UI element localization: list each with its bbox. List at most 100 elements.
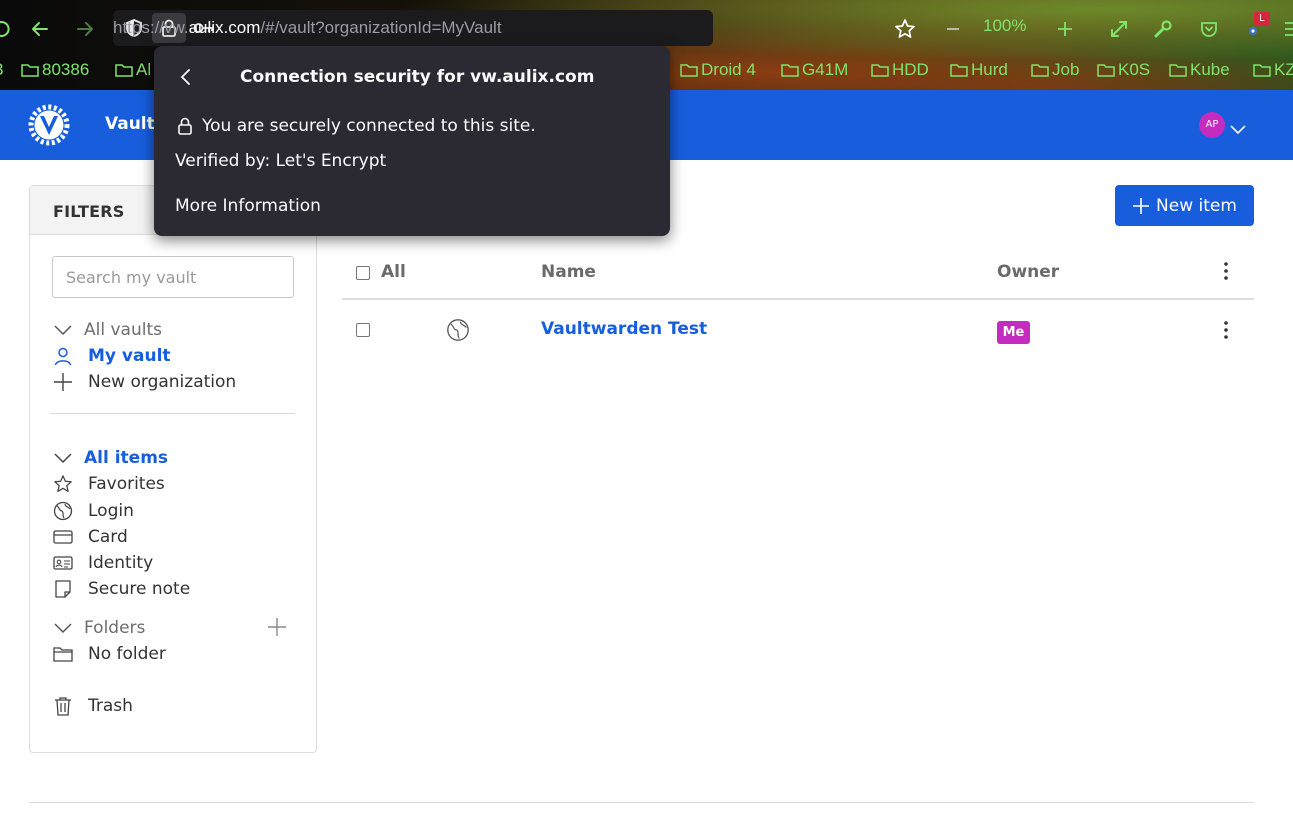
connection-security-popup: Connection security for vw.aulix.com You… <box>154 46 670 236</box>
chevron-down-icon <box>1230 125 1246 135</box>
folder-icon <box>1097 64 1115 77</box>
item-name-link[interactable]: Vaultwarden Test <box>541 319 707 339</box>
bookmark-folder[interactable]: Hurd <box>950 60 1008 80</box>
zoom-in-button[interactable] <box>1052 14 1078 44</box>
owner-badge: Me <box>997 321 1030 344</box>
folder-icon <box>1031 64 1049 77</box>
bookmark-folder[interactable]: Job <box>1031 60 1079 80</box>
chevron-down-icon <box>52 447 74 469</box>
search-input[interactable] <box>52 256 294 298</box>
column-name[interactable]: Name <box>541 262 596 282</box>
vaultwarden-logo[interactable] <box>28 104 70 146</box>
reload-icon[interactable] <box>0 14 18 44</box>
globe-icon <box>446 318 470 346</box>
bookmark-folder[interactable]: KZ <box>1253 60 1293 80</box>
no-folder-label: No folder <box>88 644 166 664</box>
bookmark-folder[interactable]: Droid 4 <box>680 60 756 80</box>
more-information-button[interactable]: More Information <box>175 196 321 216</box>
arrow-right-icon <box>77 22 93 36</box>
bookmark-folder[interactable]: HDD <box>871 60 929 80</box>
bookmark-label: Job <box>1052 60 1080 79</box>
bookmark-label: 80386 <box>42 60 90 79</box>
table-header: All Name Owner <box>342 245 1254 300</box>
plus-icon <box>52 371 74 393</box>
extension-badge: L <box>1254 12 1270 26</box>
account-menu-toggle[interactable] <box>1230 120 1246 139</box>
url-path: /#/vault?organizationId=MyVault <box>260 18 502 37</box>
bookmark-star-button[interactable] <box>890 14 920 44</box>
folder-icon <box>21 64 39 77</box>
filters-panel: FILTERS All vaults My vault New organiza… <box>29 185 317 753</box>
secure-note-label: Secure note <box>88 579 191 599</box>
arrow-left-icon <box>32 22 48 36</box>
sidebar-item-no-folder[interactable]: No folder <box>52 642 166 666</box>
folders-toggle[interactable]: Folders <box>52 616 145 640</box>
kebab-icon <box>1224 321 1228 339</box>
bookmark-label: KZ <box>1274 60 1293 79</box>
filters-title: FILTERS <box>53 202 125 221</box>
pocket-icon <box>1201 22 1217 37</box>
bookmark-partial[interactable]: 3 <box>0 60 3 80</box>
add-folder-button[interactable] <box>266 616 288 638</box>
bookmark-folder[interactable]: Kube <box>1169 60 1230 80</box>
menu-button[interactable] <box>1280 14 1293 44</box>
forward-button[interactable] <box>70 14 100 44</box>
kebab-icon <box>1224 262 1228 280</box>
url-text[interactable]: https://vw.aulix.com/#/vault?organizatio… <box>113 18 502 38</box>
chevron-left-icon <box>180 69 190 85</box>
sidebar-item-secure-note[interactable]: Secure note <box>52 577 190 601</box>
bookmark-folder[interactable]: 80386 <box>21 60 89 80</box>
logo-icon <box>28 104 70 146</box>
sidebar-item-trash[interactable]: Trash <box>52 694 133 718</box>
back-button[interactable] <box>25 14 55 44</box>
new-item-label: New item <box>1156 195 1237 216</box>
folder-icon <box>1169 64 1187 77</box>
pocket-button[interactable] <box>1196 14 1222 44</box>
avatar[interactable]: AP <box>1199 112 1225 138</box>
plus-icon <box>1133 197 1150 214</box>
login-label: Login <box>88 501 134 521</box>
new-item-button[interactable]: New item <box>1115 185 1254 226</box>
zoom-out-button[interactable] <box>940 14 966 44</box>
folder-icon <box>115 64 133 77</box>
bookmark-label: Al <box>136 60 152 79</box>
trash-label: Trash <box>88 696 133 716</box>
folder-icon <box>680 64 698 77</box>
verified-by-text: Verified by: Let's Encrypt <box>175 151 387 171</box>
bookmark-folder[interactable]: G41M <box>781 60 848 80</box>
credit-card-icon <box>52 526 74 548</box>
sidebar-item-identity[interactable]: Identity <box>52 551 153 575</box>
bookmark-partial-label: 3 <box>0 60 3 80</box>
my-vault-label: My vault <box>88 346 171 366</box>
sidebar-item-favorites[interactable]: Favorites <box>52 472 165 496</box>
expand-icon <box>1111 21 1127 37</box>
url-host: aulix.com <box>188 18 261 37</box>
user-icon <box>52 345 74 367</box>
star-icon <box>895 19 915 38</box>
row-options-button[interactable] <box>1216 320 1236 340</box>
sidebar-item-all-items[interactable]: All items <box>52 446 168 470</box>
fullscreen-button[interactable] <box>1106 14 1132 44</box>
select-all-checkbox[interactable] <box>356 266 370 280</box>
chevron-down-icon <box>52 617 74 639</box>
row-checkbox[interactable] <box>356 323 370 337</box>
sidebar-item-my-vault[interactable]: My vault <box>52 344 171 368</box>
sidebar-item-card[interactable]: Card <box>52 525 128 549</box>
all-items-label: All items <box>84 448 169 468</box>
chevron-down-icon <box>52 319 74 341</box>
developer-tools-button[interactable] <box>1150 14 1176 44</box>
wrench-icon <box>1154 20 1172 38</box>
all-vaults-toggle[interactable]: All vaults <box>52 318 162 342</box>
sidebar-item-login[interactable]: Login <box>52 499 134 523</box>
bookmark-folder[interactable]: K0S <box>1097 60 1150 80</box>
bookmark-folder[interactable]: Al <box>115 60 151 80</box>
folder-icon <box>1253 64 1271 77</box>
sidebar-item-new-organization[interactable]: New organization <box>52 370 236 394</box>
column-all: All <box>381 262 406 282</box>
globe-icon <box>52 500 74 522</box>
header-options-button[interactable] <box>1216 261 1236 281</box>
footer-divider <box>29 802 1254 803</box>
popup-back-button[interactable] <box>174 66 196 88</box>
zoom-level[interactable]: 100% <box>975 16 1034 42</box>
column-owner[interactable]: Owner <box>997 262 1059 282</box>
